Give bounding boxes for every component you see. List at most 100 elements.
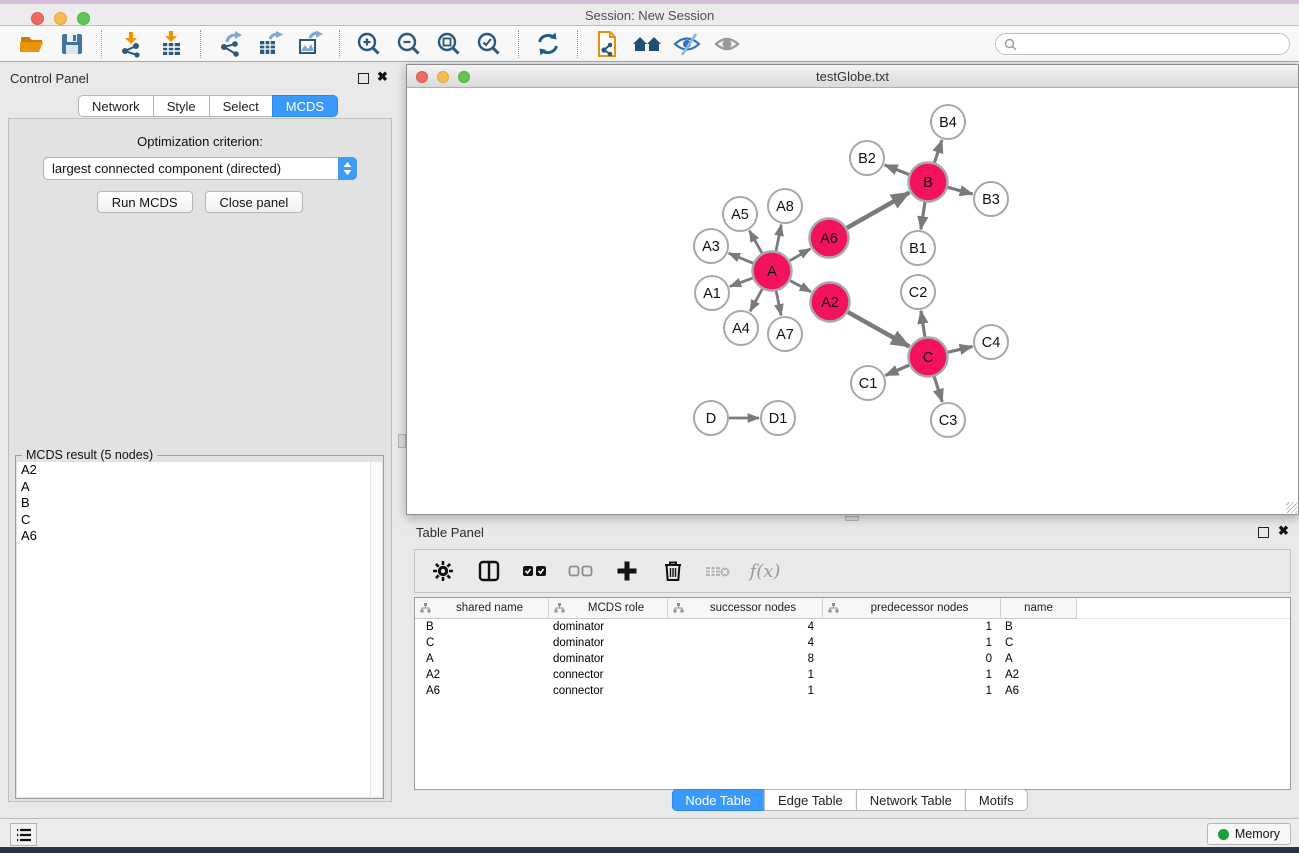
tab-style[interactable]: Style	[153, 95, 210, 117]
table-cell[interactable]: C	[1001, 637, 1077, 649]
delete-column-icon[interactable]	[659, 557, 687, 585]
run-mcds-button[interactable]: Run MCDS	[97, 191, 193, 213]
table-cell[interactable]: 1	[823, 685, 1001, 697]
function-builder-icon[interactable]: f(x)	[751, 557, 779, 585]
table-cell[interactable]: dominator	[549, 637, 668, 649]
graph-edge-A-A4[interactable]	[750, 289, 762, 311]
graph-node-A[interactable]: A	[753, 252, 792, 291]
table-cell[interactable]: 4	[668, 621, 823, 633]
graph-node-A6[interactable]: A6	[810, 219, 849, 258]
select-all-icon[interactable]	[521, 557, 549, 585]
close-panel-button[interactable]: Close panel	[205, 191, 304, 213]
table-cell[interactable]: C	[415, 637, 549, 649]
graph-node-A3[interactable]: A3	[694, 229, 728, 263]
show-all-icon[interactable]	[710, 29, 744, 59]
criterion-select[interactable]: largest connected component (directed)	[43, 157, 357, 180]
open-session-icon[interactable]	[15, 29, 49, 59]
network-window-titlebar[interactable]: testGlobe.txt	[407, 65, 1298, 88]
graph-node-B3[interactable]: B3	[974, 182, 1008, 216]
hide-selected-icon[interactable]	[670, 29, 704, 59]
graph-edge-A2-C[interactable]	[848, 312, 909, 346]
table-cell[interactable]: dominator	[549, 621, 668, 633]
table-cell[interactable]: dominator	[549, 653, 668, 665]
tab-motifs[interactable]: Motifs	[965, 789, 1028, 811]
graph-edge-A6-B[interactable]	[847, 193, 909, 228]
graph-edge-A-A6[interactable]	[790, 249, 811, 261]
task-history-button[interactable]	[10, 823, 37, 846]
memory-button[interactable]: Memory	[1207, 823, 1291, 845]
table-cell[interactable]: A	[415, 653, 549, 665]
graph-edge-C-C1[interactable]	[885, 365, 909, 375]
graph-edge-A-A3[interactable]	[729, 253, 753, 263]
table-cell[interactable]: connector	[549, 669, 668, 681]
export-image-icon[interactable]	[293, 29, 327, 59]
table-cell[interactable]: 1	[668, 685, 823, 697]
table-row[interactable]: A2connector11A2	[415, 667, 1290, 683]
table-cell[interactable]: 8	[668, 653, 823, 665]
delete-table-icon[interactable]	[705, 557, 733, 585]
add-column-icon[interactable]	[613, 557, 641, 585]
import-table-icon[interactable]	[154, 29, 188, 59]
result-item[interactable]: C	[17, 512, 382, 529]
deselect-all-icon[interactable]	[567, 557, 595, 585]
tab-edge-table[interactable]: Edge Table	[764, 789, 857, 811]
table-cell[interactable]: connector	[549, 685, 668, 697]
graph-node-B[interactable]: B	[909, 163, 948, 202]
tab-node-table[interactable]: Node Table	[671, 789, 765, 811]
table-cell[interactable]: 1	[668, 669, 823, 681]
import-network-icon[interactable]	[114, 29, 148, 59]
graph-edge-A-A1[interactable]	[730, 278, 753, 286]
search-field[interactable]	[995, 33, 1290, 55]
graph-node-A4[interactable]: A4	[724, 311, 758, 345]
refresh-icon[interactable]	[531, 29, 565, 59]
table-row[interactable]: A6connector11A6	[415, 683, 1290, 699]
graph-edge-B-B4[interactable]	[934, 140, 942, 163]
graph-node-B2[interactable]: B2	[850, 141, 884, 175]
table-cell[interactable]: A2	[1001, 669, 1077, 681]
tab-network[interactable]: Network	[78, 95, 154, 117]
tab-select[interactable]: Select	[209, 95, 273, 117]
result-item[interactable]: A2	[17, 462, 382, 479]
table-row[interactable]: Cdominator41C	[415, 635, 1290, 651]
columns-icon[interactable]	[475, 557, 503, 585]
window-resize-handle[interactable]	[1286, 502, 1297, 513]
export-table-icon[interactable]	[253, 29, 287, 59]
graph-node-A8[interactable]: A8	[768, 189, 802, 223]
export-network-icon[interactable]	[213, 29, 247, 59]
graph-node-C2[interactable]: C2	[901, 275, 935, 309]
home-icon[interactable]	[630, 29, 664, 59]
table-cell[interactable]: 4	[668, 637, 823, 649]
mcds-result-list[interactable]: A2ABCA6	[17, 462, 382, 797]
graph-node-C4[interactable]: C4	[974, 325, 1008, 359]
table-cell[interactable]: A	[1001, 653, 1077, 665]
zoom-in-icon[interactable]	[352, 29, 386, 59]
graph-node-A7[interactable]: A7	[768, 317, 802, 351]
graph-node-A5[interactable]: A5	[723, 197, 757, 231]
tab-network-table[interactable]: Network Table	[856, 789, 966, 811]
network-canvas[interactable]: B4B2BB3A5A8A6A3B1AA1C2A2A4A7C4CC1C3DD1	[408, 89, 1297, 513]
graph-node-A2[interactable]: A2	[811, 283, 850, 322]
table-cell[interactable]: A2	[415, 669, 549, 681]
graph-node-B1[interactable]: B1	[901, 231, 935, 265]
network-graph[interactable]: B4B2BB3A5A8A6A3B1AA1C2A2A4A7C4CC1C3DD1	[408, 89, 1297, 513]
zoom-out-icon[interactable]	[392, 29, 426, 59]
result-item[interactable]: A	[17, 479, 382, 496]
graph-node-B4[interactable]: B4	[931, 105, 965, 139]
graph-edge-B-B2[interactable]	[885, 165, 909, 175]
result-item[interactable]: A6	[17, 528, 382, 545]
graph-node-C3[interactable]: C3	[931, 403, 965, 437]
close-panel-icon[interactable]: ✖	[377, 69, 388, 85]
graph-edge-B-B1[interactable]	[921, 202, 925, 229]
graph-node-D[interactable]: D	[694, 401, 728, 435]
table-row[interactable]: Adominator80A	[415, 651, 1290, 667]
graph-node-C1[interactable]: C1	[851, 366, 885, 400]
result-item[interactable]: B	[17, 495, 382, 512]
table-cell[interactable]: 1	[823, 669, 1001, 681]
graph-edge-B-B3[interactable]	[948, 187, 973, 194]
search-input[interactable]	[1022, 37, 1272, 51]
table-cell[interactable]: A6	[1001, 685, 1077, 697]
graph-edge-C-C4[interactable]	[948, 346, 973, 352]
graph-edge-A-A8[interactable]	[776, 225, 781, 251]
column-header-predecessor-nodes[interactable]: predecessor nodes	[823, 598, 1001, 619]
vertical-splitter-handle[interactable]	[398, 434, 406, 448]
